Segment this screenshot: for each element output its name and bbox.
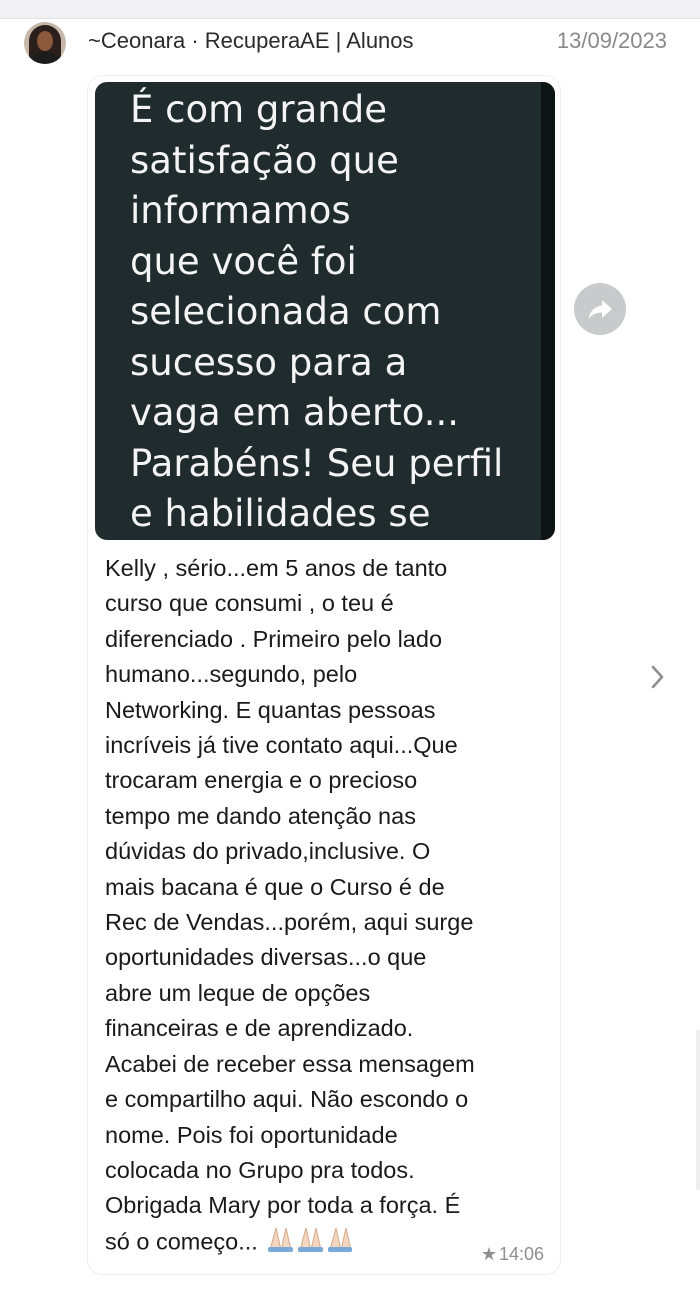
message-meta: ★ 14:06 [481,1244,544,1265]
scroll-indicator [696,1030,700,1190]
chevron-right-icon[interactable] [648,663,668,691]
message-time: 14:06 [498,1244,544,1264]
forward-arrow-icon [588,300,612,319]
image-text: É com grande satisfação que informamos q… [130,88,504,535]
message-text: Kelly , sério...em 5 anos de tanto curso… [105,551,555,1262]
praying-hands-icon [267,1227,352,1252]
message-header: ~Ceonara · RecuperaAE | Alunos 13/09/202… [0,18,700,70]
forward-button[interactable] [574,283,626,335]
top-divider [0,0,700,19]
message-date: 13/09/2023 [556,28,667,53]
sender-name: ~Ceonara · RecuperaAE | Alunos [88,28,414,53]
star-icon: ★ [480,1244,497,1264]
avatar[interactable] [24,22,66,64]
message-body: Kelly , sério...em 5 anos de tanto curso… [105,555,475,1255]
praying-hands-emojis [262,1224,352,1262]
image-attachment[interactable]: É com grande satisfação que informamos q… [95,82,555,540]
